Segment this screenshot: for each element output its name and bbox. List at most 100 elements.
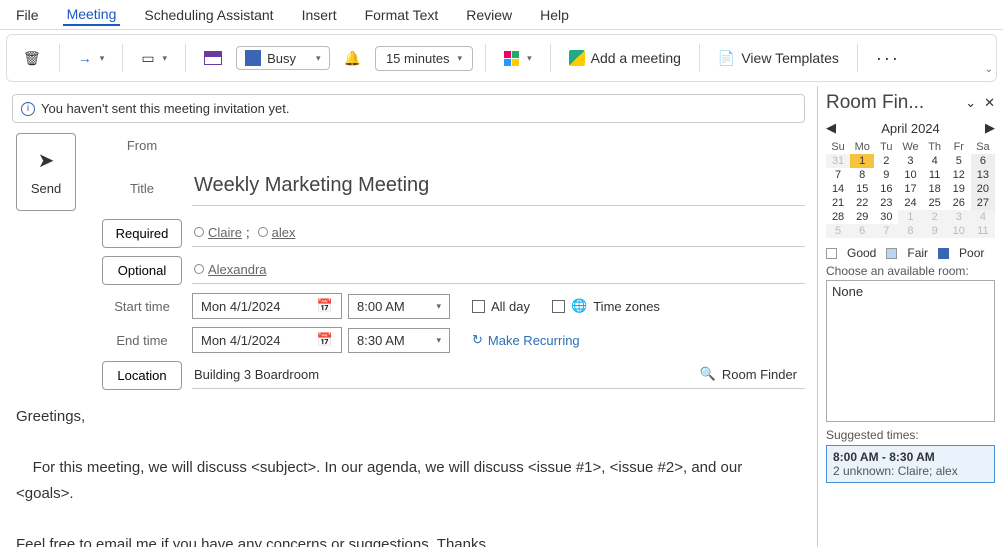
calendar-day[interactable]: 2 — [874, 154, 898, 168]
attendee-chip[interactable]: Claire; — [194, 225, 250, 240]
end-time-input[interactable]: 8:30 AM▾ — [348, 328, 450, 353]
calendar-day[interactable]: 2 — [923, 210, 947, 224]
calendar-day[interactable]: 19 — [947, 182, 971, 196]
reminder-bell-button[interactable]: 🔔 — [338, 46, 367, 71]
menu-file[interactable]: File — [12, 5, 43, 25]
calendar-day[interactable]: 5 — [826, 224, 850, 238]
calendar-day[interactable]: 7 — [874, 224, 898, 238]
room-list[interactable]: None — [826, 280, 995, 422]
legend-fair-icon — [886, 248, 897, 259]
start-date-input[interactable]: Mon 4/1/2024📅 — [192, 293, 342, 319]
end-date-input[interactable]: Mon 4/1/2024📅 — [192, 327, 342, 353]
all-day-checkbox[interactable] — [472, 300, 485, 313]
action-button[interactable]: ▭▾ — [135, 46, 173, 71]
required-field[interactable]: Claire; alex — [192, 221, 805, 247]
calendar-day[interactable]: 8 — [898, 224, 922, 238]
calendar-day[interactable]: 4 — [971, 210, 995, 224]
suggested-time-item[interactable]: 8:00 AM - 8:30 AM 2 unknown: Claire; ale… — [826, 445, 995, 483]
calendar-day[interactable]: 3 — [898, 154, 922, 168]
calendar-day[interactable]: 22 — [850, 196, 874, 210]
menu-format-text[interactable]: Format Text — [361, 5, 443, 25]
attendee-chip[interactable]: alex — [258, 225, 296, 240]
add-meeting-button[interactable]: Add a meeting — [563, 46, 687, 70]
room-finder-icon: 🔍 — [700, 366, 716, 382]
room-finder-button[interactable]: 🔍Room Finder — [700, 366, 797, 382]
calendar-day[interactable]: 1 — [898, 210, 922, 224]
send-icon: ➤ — [38, 148, 55, 173]
calendar-day[interactable]: 17 — [898, 182, 922, 196]
start-time-input[interactable]: 8:00 AM▾ — [348, 294, 450, 319]
calendar-day[interactable]: 9 — [923, 224, 947, 238]
prev-month-icon[interactable]: ◀ — [826, 120, 836, 136]
timezones-checkbox[interactable] — [552, 300, 565, 313]
calendar-day[interactable]: 6 — [971, 154, 995, 168]
calendar-day[interactable]: 28 — [826, 210, 850, 224]
bell-icon: 🔔 — [344, 50, 361, 67]
calendar-day[interactable]: 1 — [850, 154, 874, 168]
availability-legend: Good Fair Poor — [826, 246, 995, 260]
calendar-day[interactable]: 13 — [971, 168, 995, 182]
delete-button[interactable]: 🗑 — [17, 46, 47, 71]
location-button[interactable]: Location — [102, 361, 182, 390]
calendar-day[interactable]: 4 — [923, 154, 947, 168]
attendee-chip[interactable]: Alexandra — [194, 262, 267, 277]
calendar-day[interactable]: 10 — [947, 224, 971, 238]
message-body[interactable]: Greetings, For this meeting, we will dis… — [12, 390, 805, 547]
calendar-day[interactable]: 8 — [850, 168, 874, 182]
calendar-day[interactable]: 6 — [850, 224, 874, 238]
view-templates-label: View Templates — [741, 50, 839, 66]
calendar-day[interactable]: 26 — [947, 196, 971, 210]
calendar-day[interactable]: 14 — [826, 182, 850, 196]
meeting-icon — [569, 50, 585, 66]
make-recurring-link[interactable]: ↻Make Recurring — [472, 332, 580, 348]
calendar-day[interactable]: 16 — [874, 182, 898, 196]
calendar-icon-btn[interactable] — [198, 47, 228, 69]
arrow-right-icon: → — [78, 50, 92, 66]
presence-icon — [258, 227, 268, 237]
title-input[interactable] — [192, 170, 805, 206]
calendar-day[interactable]: 29 — [850, 210, 874, 224]
calendar-day[interactable]: 5 — [947, 154, 971, 168]
location-input[interactable]: Building 3 Boardroom — [194, 367, 319, 382]
calendar-day[interactable]: 9 — [874, 168, 898, 182]
more-button[interactable]: ··· — [870, 44, 906, 73]
calendar-day[interactable]: 15 — [850, 182, 874, 196]
view-templates-button[interactable]: 📄View Templates — [712, 46, 845, 71]
calendar-day[interactable]: 10 — [898, 168, 922, 182]
menu-meeting[interactable]: Meeting — [63, 4, 121, 26]
calendar-icon: 📅 — [317, 332, 333, 348]
calendar-day[interactable]: 12 — [947, 168, 971, 182]
menu-help[interactable]: Help — [536, 5, 573, 25]
calendar-day[interactable]: 31 — [826, 154, 850, 168]
categorize-button[interactable]: ▾ — [498, 47, 538, 70]
menu-review[interactable]: Review — [462, 5, 516, 25]
calendar-day[interactable]: 11 — [923, 168, 947, 182]
calendar-day[interactable]: 7 — [826, 168, 850, 182]
optional-field[interactable]: Alexandra — [192, 258, 805, 284]
next-month-icon[interactable]: ▶ — [985, 120, 995, 136]
menu-scheduling-assistant[interactable]: Scheduling Assistant — [140, 5, 277, 25]
reminder-dropdown[interactable]: 15 minutes ▾ — [375, 46, 473, 71]
calendar-day[interactable]: 30 — [874, 210, 898, 224]
chevron-down-icon[interactable]: ⌄ — [965, 95, 976, 111]
calendar-day[interactable]: 3 — [947, 210, 971, 224]
send-button[interactable]: ➤ Send — [16, 133, 76, 211]
calendar-day[interactable]: 27 — [971, 196, 995, 210]
show-as-dropdown[interactable]: Busy ▾ — [236, 46, 329, 70]
calendar-day[interactable]: 23 — [874, 196, 898, 210]
presence-icon — [194, 264, 204, 274]
calendar-mini-icon — [204, 51, 222, 65]
ribbon-collapse-icon[interactable]: ⌄ — [985, 64, 993, 75]
menu-insert[interactable]: Insert — [298, 5, 341, 25]
room-finder-title: Room Fin... — [826, 92, 924, 114]
forward-button[interactable]: →▾ — [72, 46, 111, 70]
calendar-day[interactable]: 20 — [971, 182, 995, 196]
calendar-day[interactable]: 18 — [923, 182, 947, 196]
calendar-day[interactable]: 24 — [898, 196, 922, 210]
optional-button[interactable]: Optional — [102, 256, 182, 285]
calendar-day[interactable]: 11 — [971, 224, 995, 238]
required-button[interactable]: Required — [102, 219, 182, 248]
close-icon[interactable]: ✕ — [984, 95, 995, 111]
calendar-day[interactable]: 21 — [826, 196, 850, 210]
calendar-day[interactable]: 25 — [923, 196, 947, 210]
